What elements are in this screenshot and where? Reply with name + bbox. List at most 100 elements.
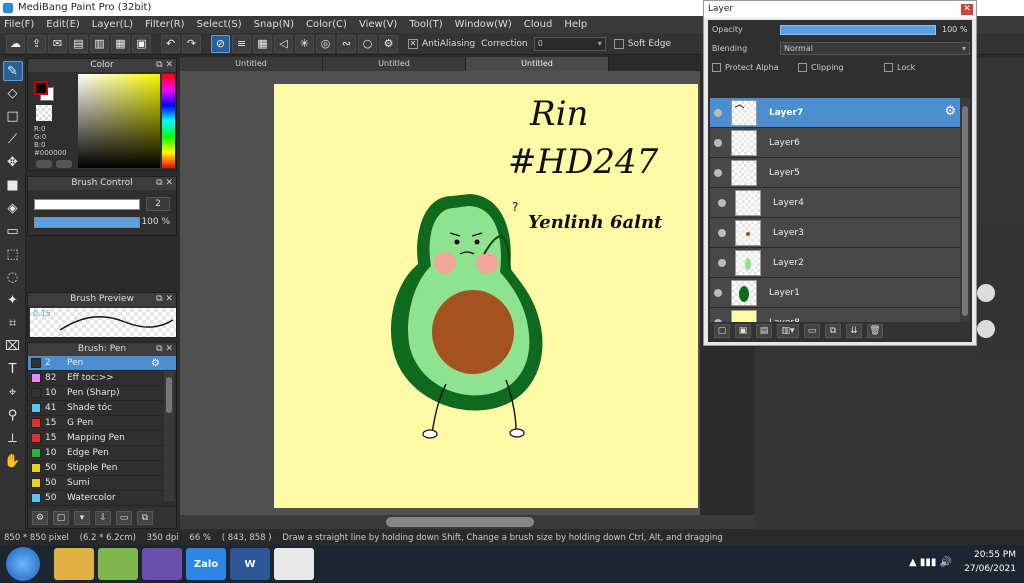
clipping-checkbox[interactable] [798,63,807,72]
brush-item[interactable]: 50 Sumi [28,476,176,491]
layer-list-scrollbar[interactable] [960,98,970,330]
brush-tool-icon[interactable]: ✎ [2,61,23,81]
protect-alpha-option[interactable]: Protect Alpha [712,63,798,72]
clipping-option[interactable]: Clipping [798,63,884,72]
medibang-app-icon[interactable] [274,548,314,580]
new-layer-icon[interactable]: ▢ [714,324,730,338]
protect-alpha-checkbox[interactable] [712,63,721,72]
snap-settings-icon[interactable]: ⚙ [379,34,398,53]
brush-item[interactable]: 15 Mapping Pen [28,431,176,446]
menu-color[interactable]: Color(C) [306,19,347,30]
vanishing-snap-icon[interactable]: ◁ [274,34,293,53]
layer-row[interactable]: Layer4 [710,188,960,218]
parallel-snap-icon[interactable]: ≡ [232,34,251,53]
layer-row[interactable]: Layer7 ⚙ [710,98,960,128]
add-layer-menu-icon[interactable]: ▥▾ [777,324,799,338]
brush-dot-xlarge[interactable] [977,320,995,338]
brush-dot-large[interactable] [977,284,995,302]
start-button-icon[interactable] [6,547,40,581]
layer-opacity-slider[interactable] [780,24,936,35]
visibility-eye-icon[interactable] [714,168,722,177]
menu-tool[interactable]: Tool(T) [409,19,442,30]
layer-row[interactable]: Layer1 [710,278,960,308]
bucket-tool-icon[interactable]: ◈ [3,199,23,219]
menu-help[interactable]: Help [564,19,587,30]
grid-panel-icon[interactable]: ▦ [111,34,130,53]
text-tool-icon[interactable]: T [3,360,23,380]
magic-wand-tool-icon[interactable]: ✦ [3,291,23,311]
new-halftone-layer-icon[interactable]: ▣ [735,324,751,338]
brush-import-icon[interactable]: ⇩ [95,511,111,525]
layer-row[interactable]: Layer5 [710,158,960,188]
tab-untitled-3[interactable]: Untitled [466,57,609,71]
menu-layer[interactable]: Layer(L) [92,19,133,30]
coccoc-browser-icon[interactable] [98,548,138,580]
curve-snap-icon[interactable]: ∾ [337,34,356,53]
comment-icon[interactable]: ✉ [48,34,67,53]
brush-size-value[interactable]: 2 [146,197,170,211]
cloud-icon[interactable]: ☁ [6,34,25,53]
cross-snap-icon[interactable]: ▦ [253,34,272,53]
brush-duplicate-icon[interactable]: ⧉ [137,511,153,525]
system-tray-icons[interactable]: ▲ ▮▮▮ 🔊 [909,557,952,568]
layer-row[interactable]: Layer2 [710,248,960,278]
tab-untitled-1[interactable]: Untitled [180,57,323,71]
new-folder-icon[interactable]: ▭ [804,324,820,338]
panel-close-icon[interactable]: ⧉ ✕ [156,343,173,356]
move-tool-icon[interactable]: ✥ [3,153,23,173]
menu-edit[interactable]: Edit(E) [46,19,80,30]
visibility-eye-icon[interactable] [714,288,722,297]
layer-window-titlebar[interactable]: Layer ✕ [704,1,976,18]
brush-item[interactable]: 10 Pen (Sharp) [28,386,176,401]
zalo-app-icon[interactable]: Zalo [186,548,226,580]
correction-select[interactable]: 0 [533,36,606,51]
brush-item[interactable]: 50 Stipple Pen [28,461,176,476]
lasso-tool-icon[interactable]: ◌ [3,268,23,288]
hue-slider[interactable] [162,74,175,168]
menu-snap[interactable]: Snap(N) [254,19,294,30]
merge-down-icon[interactable]: ⇊ [846,324,862,338]
menu-cloud[interactable]: Cloud [524,19,553,30]
soft-edge-checkbox[interactable] [613,38,624,49]
menu-window[interactable]: Window(W) [455,19,512,30]
brush-item[interactable]: 15 G Pen [28,416,176,431]
ellipse-snap-icon[interactable]: ○ [358,34,377,53]
brush-settings-icon[interactable]: ⚙ [32,511,48,525]
select-pen-tool-icon[interactable]: ⌗ [3,314,23,334]
artboard[interactable]: Rin #HD247 Yenlinh 6alnt ? [274,84,698,508]
menu-select[interactable]: Select(S) [197,19,242,30]
brush-size-slider[interactable] [34,199,140,210]
operation-tool-icon[interactable]: ⌖ [3,383,23,403]
layer-row[interactable]: Layer6 [710,128,960,158]
color-wheel-button[interactable] [36,160,52,168]
transparent-color-swatch[interactable] [36,105,52,121]
brush-item[interactable]: 10 Edge Pen [28,446,176,461]
layer-panel-icon[interactable]: ▤ [69,34,88,53]
panel-close-icon[interactable]: ⧉ ✕ [156,293,173,306]
layer-settings-icon[interactable]: ⚙ [944,104,956,119]
eraser-tool-icon[interactable]: ◇ [3,84,23,104]
select-eraser-tool-icon[interactable]: ⌧ [3,337,23,357]
redo-icon[interactable]: ↷ [182,34,201,53]
layer-row[interactable]: Layer3 [710,218,960,248]
brush-item[interactable]: 2 Pen ⚙ [28,356,176,371]
palette-icon[interactable]: ▣ [132,34,151,53]
visibility-eye-icon[interactable] [714,138,722,147]
new-brush-icon[interactable]: ▢ [53,511,69,525]
visibility-eye-icon[interactable] [718,198,726,207]
page-icon[interactable]: ▥ [90,34,109,53]
game-app-icon[interactable] [142,548,182,580]
blending-select[interactable]: Normal [780,42,970,55]
visibility-eye-icon[interactable] [714,108,722,117]
brush-folder-icon[interactable]: ▭ [116,511,132,525]
brush-list-scrollbar[interactable] [164,371,174,501]
tab-untitled-2[interactable]: Untitled [323,57,466,71]
share-icon[interactable]: ⇪ [27,34,46,53]
snap-off-icon[interactable]: ⊘ [211,34,230,53]
saturation-value-picker[interactable] [78,74,160,168]
lock-option[interactable]: Lock [884,63,944,72]
brush-opacity-slider[interactable] [34,217,140,228]
brush-item[interactable]: 82 Eff toc:>> [28,371,176,386]
word-app-icon[interactable]: W [230,548,270,580]
brush-item[interactable]: 41 Shade tóc [28,401,176,416]
